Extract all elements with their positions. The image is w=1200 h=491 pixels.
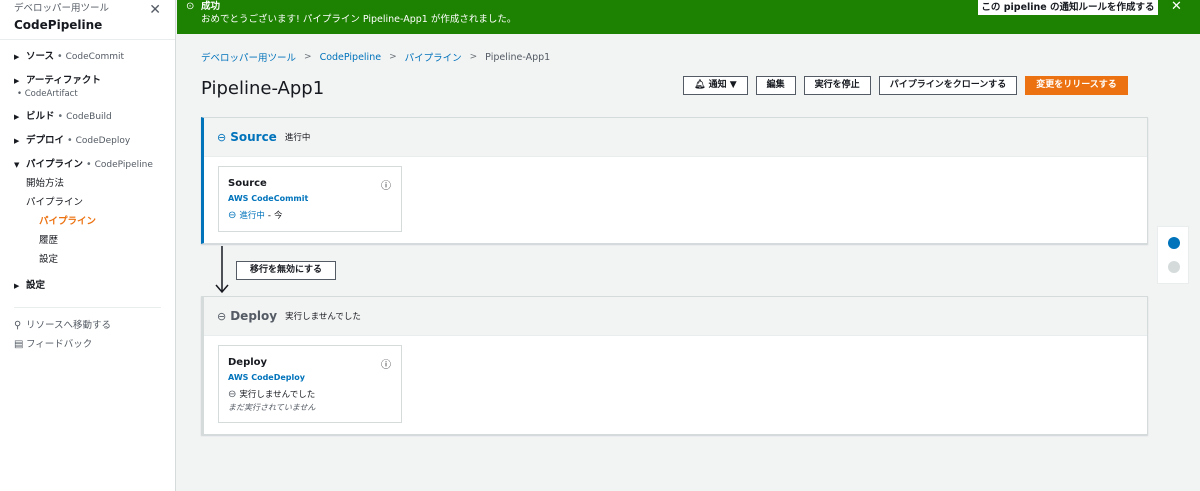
banner-title: 成功 [201,1,221,12]
stage-status: 実行しませんでした [285,312,361,322]
sidebar-section-artifact[interactable]: ▶ アーティファクト • CodeArtifact [14,74,175,100]
caret-right-icon: ▶ [14,53,20,61]
action-name: Source [228,178,267,189]
stage-source: ⊖ Source 進行中 Source ⓘ AWS CodeCommit ⊖ 進… [201,117,1148,244]
in-progress-icon: ⊖ [217,130,227,144]
stage-name: Source [230,130,277,144]
chevron-right-icon: > [389,52,397,62]
release-change-button[interactable]: 変更をリリースする [1025,76,1128,95]
stage-navigator-source-dot[interactable] [1168,237,1180,249]
create-notification-rule-button[interactable]: この pipeline の通知ルールを作成する [978,0,1158,15]
stage-name: Deploy [230,309,278,323]
action-card-deploy: Deploy ⓘ AWS CodeDeploy ⊖ 実行しませんでした まだ実行… [218,345,402,423]
caret-down-icon: ▼ [14,161,20,169]
stage-navigator-deploy-dot[interactable] [1168,261,1180,273]
sidebar-section-source[interactable]: ▶ ソース • CodeCommit [14,50,175,64]
close-icon[interactable]: ✕ [149,2,161,18]
not-run-icon: ⊖ [228,389,237,400]
action-note: まだ実行されていません [228,403,316,412]
chevron-right-icon: > [304,52,312,62]
caret-down-icon: ▼ [729,80,737,90]
caret-right-icon: ▶ [14,77,20,85]
sidebar-header: デベロッパー用ツール CodePipeline ✕ [0,0,175,40]
transition-arrow-icon [215,246,229,294]
stage-status: 進行中 [284,133,311,143]
sidebar-section-build[interactable]: ▶ ビルド • CodeBuild [14,110,175,124]
caret-right-icon: ▶ [14,113,20,121]
check-circle-icon: ⊙ [186,1,195,12]
edit-button[interactable]: 編集 [755,76,796,95]
stage-header: ⊖ Source 進行中 [204,118,1147,157]
in-progress-icon: ⊖ [228,210,237,221]
action-provider-link[interactable]: AWS CodeCommit [228,192,392,205]
pipeline-actions: 🔔︎ 通知 ▼ 編集 実行を停止 パイプラインをクローンする 変更をリリースする [683,76,1128,95]
breadcrumb-pipelines[interactable]: パイプライン [405,50,462,64]
stop-execution-button[interactable]: 実行を停止 [803,76,871,95]
chevron-right-icon: > [469,52,478,62]
stage-header: ⊖ Deploy 実行しませんでした [204,297,1147,336]
pipeline-subnav: 開始方法 パイプライン パイプライン 履歴 設定 [14,174,175,269]
close-icon[interactable]: ✕ [1171,0,1182,14]
breadcrumb-current: Pipeline-App1 [485,51,551,63]
stage-navigator [1157,226,1189,284]
feedback-link[interactable]: ▤ フィードバック [0,335,175,354]
notify-dropdown-button[interactable]: 🔔︎ 通知 ▼ [683,76,748,95]
sidebar-section-settings[interactable]: ▶ 設定 [14,279,175,293]
sidebar-section-pipeline[interactable]: ▼ パイプライン • CodePipeline 開始方法 パイプライン パイプライン … [14,158,175,269]
action-provider-link[interactable]: AWS CodeDeploy [228,371,392,384]
sidebar-divider [14,307,161,308]
banner-message: おめでとうございます! パイプライン Pipeline-App1 が作成されまし… [201,14,517,25]
action-status-link[interactable]: 進行中 [239,209,265,223]
info-icon[interactable]: ⓘ [381,177,391,192]
action-status: ⊖ 進行中 - 今 [228,209,283,223]
action-name: Deploy [228,357,268,368]
info-icon[interactable]: ⓘ [381,356,391,371]
feedback-icon: ▤ [14,339,24,350]
page-title: Pipeline-App1 [201,78,325,99]
action-card-source: Source ⓘ AWS CodeCommit ⊖ 進行中 - 今 [218,166,402,232]
breadcrumb-developer-tools[interactable]: デベロッパー用ツール [201,50,296,64]
sidebar-item-getting-started[interactable]: 開始方法 [26,174,175,193]
action-status: ⊖ 実行しませんでした [228,388,392,402]
caret-right-icon: ▶ [14,137,20,145]
sidebar-section-deploy[interactable]: ▶ デプロイ • CodeDeploy [14,134,175,148]
not-run-icon: ⊖ [217,309,227,323]
breadcrumb-codepipeline[interactable]: CodePipeline [320,52,382,63]
sidebar-item-pipelines-group[interactable]: パイプライン [26,193,175,212]
action-time: 今 [273,211,283,221]
sidebar-item-pipelines[interactable]: パイプライン [26,212,175,231]
stage-deploy: ⊖ Deploy 実行しませんでした Deploy ⓘ AWS CodeDepl… [201,296,1148,435]
sidebar-title[interactable]: CodePipeline [14,16,161,34]
sidebar-item-pipeline-settings[interactable]: 設定 [26,250,175,269]
caret-right-icon: ▶ [14,282,20,290]
success-banner: ⊙ 成功 おめでとうございます! パイプライン Pipeline-App1 が作… [177,0,1200,34]
action-status-text: 実行しませんでした [239,390,316,400]
clone-pipeline-button[interactable]: パイプラインをクローンする [878,76,1018,95]
side-navigation: デベロッパー用ツール CodePipeline ✕ ▶ ソース • CodeCommi… [0,0,176,491]
breadcrumb: デベロッパー用ツール > CodePipeline > パイプライン > Pip… [201,50,551,65]
search-icon: ⚲ [14,320,22,331]
go-to-resource-link[interactable]: ⚲ リソースへ移動する [0,316,175,335]
sidebar-subtitle[interactable]: デベロッパー用ツール [14,2,161,16]
bell-icon: 🔔︎ [694,80,706,90]
disable-transition-button[interactable]: 移行を無効にする [236,261,336,280]
sidebar-item-history[interactable]: 履歴 [26,231,175,250]
sidebar-nav: ▶ ソース • CodeCommit ▶ アーティファクト • CodeArtifact… [0,40,175,293]
